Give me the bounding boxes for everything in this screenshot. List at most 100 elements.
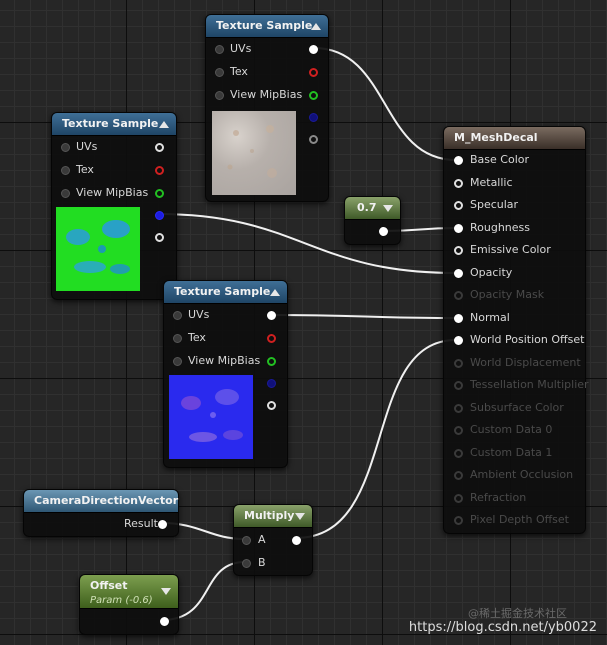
constant-output-pin[interactable]	[379, 227, 388, 236]
normal-pin[interactable]	[454, 314, 463, 323]
input-a-pin[interactable]	[242, 536, 251, 545]
collapse-arrow-icon[interactable]	[311, 23, 321, 30]
tessellation-multiplier-label: Tessellation Multiplier	[470, 378, 589, 391]
red-output-pin[interactable]	[155, 166, 164, 175]
base-color-pin[interactable]	[454, 156, 463, 165]
texture-sample-node[interactable]: Texture Sample UVs Tex View MipBias	[205, 14, 329, 202]
world-position-offset-pin[interactable]	[454, 336, 463, 345]
alpha-output-pin[interactable]	[155, 233, 164, 242]
emissive-color-label: Emissive Color	[470, 243, 551, 256]
normal-map-texture-icon	[181, 389, 243, 442]
specular-pin[interactable]	[454, 201, 463, 210]
uvs-input-pin[interactable]	[215, 45, 224, 54]
grime-texture-icon	[227, 125, 277, 178]
subsurface-color-label: Subsurface Color	[470, 401, 564, 414]
material-output-node[interactable]: M_MeshDecal Base Color Metallic Specular…	[443, 126, 589, 534]
world-displacement-pin[interactable]	[454, 359, 463, 368]
param-output-pin[interactable]	[160, 617, 169, 626]
result-output-pin[interactable]	[158, 520, 167, 529]
uvs-label: UVs	[230, 42, 252, 55]
rgb-output-pin[interactable]	[267, 311, 276, 320]
rgb-output-pin[interactable]	[309, 45, 318, 54]
tex-input-pin[interactable]	[61, 166, 70, 175]
offset-param-node[interactable]: Offset Param (-0.6)	[79, 574, 179, 635]
tex-input-pin[interactable]	[215, 68, 224, 77]
mipbias-label: View MipBias	[230, 88, 303, 101]
node-header[interactable]: Texture Sample	[164, 281, 287, 304]
expand-arrow-icon[interactable]	[383, 205, 393, 212]
camera-direction-vector-node[interactable]: CameraDirectionVector Result	[23, 489, 179, 537]
tex-input-pin[interactable]	[173, 334, 182, 343]
texture-sample-node[interactable]: Texture Sample UVs Tex View MipBias	[163, 280, 288, 468]
opacity-mask-pin[interactable]	[454, 291, 463, 300]
tessellation-multiplier-pin[interactable]	[454, 381, 463, 390]
expand-arrow-icon[interactable]	[295, 513, 305, 520]
uvs-input-pin[interactable]	[61, 143, 70, 152]
node-title: Texture Sample	[174, 285, 271, 298]
red-output-pin[interactable]	[267, 334, 276, 343]
blue-output-pin[interactable]	[267, 379, 276, 388]
input-b-pin[interactable]	[242, 559, 251, 568]
green-output-pin[interactable]	[155, 189, 164, 198]
node-header[interactable]: 0.7	[345, 197, 400, 220]
blue-output-pin[interactable]	[309, 113, 318, 122]
uvs-label: UVs	[188, 308, 210, 321]
mipbias-label: View MipBias	[188, 354, 261, 367]
opacity-pin[interactable]	[454, 269, 463, 278]
red-output-pin[interactable]	[309, 68, 318, 77]
mipbias-input-pin[interactable]	[173, 357, 182, 366]
world-displacement-label: World Displacement	[470, 356, 581, 369]
ambient-occlusion-label: Ambient Occlusion	[470, 468, 574, 481]
custom-data-1-label: Custom Data 1	[470, 446, 553, 459]
tex-label: Tex	[188, 331, 206, 344]
subsurface-color-pin[interactable]	[454, 404, 463, 413]
ambient-occlusion-pin[interactable]	[454, 471, 463, 480]
collapse-arrow-icon[interactable]	[159, 121, 169, 128]
emissive-color-pin[interactable]	[454, 246, 463, 255]
watermark-faint: @稀土掘金技术社区	[468, 607, 567, 620]
alpha-output-pin[interactable]	[267, 401, 276, 410]
mipbias-input-pin[interactable]	[61, 189, 70, 198]
constant-node[interactable]: 0.7	[344, 196, 401, 245]
wire-texture2-to-opacity	[157, 213, 457, 274]
uvs-input-pin[interactable]	[173, 311, 182, 320]
custom-data-0-pin[interactable]	[454, 426, 463, 435]
wire-texture3-to-normal	[270, 314, 457, 319]
blue-output-pin[interactable]	[155, 211, 164, 220]
metallic-pin[interactable]	[454, 179, 463, 188]
node-header[interactable]: CameraDirectionVector	[24, 490, 178, 513]
alpha-output-pin[interactable]	[309, 135, 318, 144]
wire-texture1-to-basecolor	[313, 47, 457, 161]
roughness-pin[interactable]	[454, 224, 463, 233]
mipbias-input-pin[interactable]	[215, 91, 224, 100]
texture-sample-node[interactable]: Texture Sample UVs Tex View MipBias	[51, 112, 177, 300]
result-label: Result	[124, 517, 158, 530]
node-header[interactable]: M_MeshDecal	[444, 127, 585, 150]
node-header[interactable]: Texture Sample	[52, 113, 176, 136]
green-output-pin[interactable]	[309, 91, 318, 100]
texture-preview-image	[212, 111, 296, 195]
expand-arrow-icon[interactable]	[161, 588, 171, 595]
green-output-pin[interactable]	[267, 357, 276, 366]
custom-data-1-pin[interactable]	[454, 449, 463, 458]
collapse-arrow-icon[interactable]	[270, 289, 280, 296]
tex-label: Tex	[230, 65, 248, 78]
uvs-label: UVs	[76, 140, 98, 153]
refraction-pin[interactable]	[454, 494, 463, 503]
node-title: M_MeshDecal	[454, 131, 538, 144]
multiply-output-pin[interactable]	[292, 536, 301, 545]
roughness-label: Roughness	[470, 221, 531, 234]
rgb-output-pin[interactable]	[155, 143, 164, 152]
specular-label: Specular	[470, 198, 519, 211]
node-header[interactable]: Offset Param (-0.6)	[80, 575, 178, 609]
watermark-url: https://blog.csdn.net/yb0022	[408, 620, 597, 635]
multiply-node[interactable]: Multiply A B	[233, 504, 313, 576]
wire-multiply-to-wpo	[295, 339, 457, 539]
constant-value: 0.7	[357, 201, 377, 214]
normal-label: Normal	[470, 311, 510, 324]
node-header[interactable]: Texture Sample	[206, 15, 328, 38]
node-header[interactable]: Multiply	[234, 505, 312, 528]
pixel-depth-offset-pin[interactable]	[454, 516, 463, 525]
node-title: Texture Sample	[62, 117, 159, 130]
node-title: Multiply	[244, 509, 295, 522]
